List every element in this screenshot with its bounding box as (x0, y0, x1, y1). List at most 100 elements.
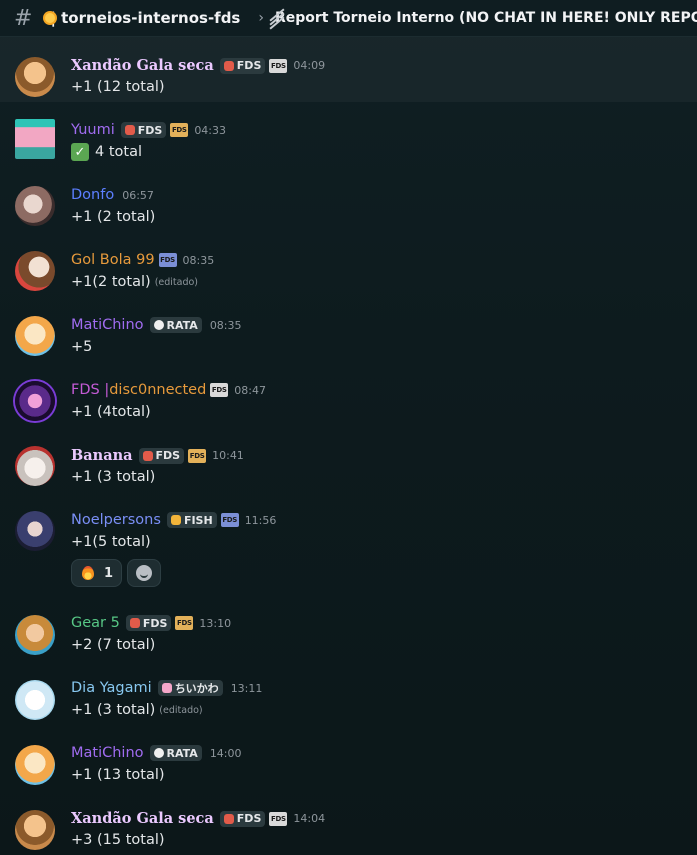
guild-tag-label: RATA (166, 746, 198, 760)
timestamp[interactable]: 13:10 (199, 617, 231, 630)
username-prefix[interactable]: FDS | (71, 382, 109, 398)
role-badge-icon: FDS (269, 58, 288, 73)
rabbit-icon (153, 748, 164, 758)
timestamp[interactable]: 08:47 (234, 384, 266, 397)
breadcrumb-chevron-icon: › (258, 10, 264, 26)
guild-tag[interactable]: FDS (120, 122, 167, 138)
message-content: +5 (71, 339, 93, 355)
username[interactable]: Banana (71, 447, 133, 464)
channel-header: # | torneios-internos-fds › Report Torne… (0, 0, 697, 37)
username[interactable]: disc0nnected (109, 382, 206, 398)
avatar[interactable] (15, 810, 55, 850)
message-content: +1 (2 total) (71, 209, 156, 225)
message-content: +1 (3 total) (71, 702, 156, 718)
username[interactable]: Gol Bola 99 (71, 252, 155, 268)
guild-tag-label: FDS (142, 616, 168, 630)
username[interactable]: Xandão Gala seca (71, 57, 214, 74)
reaction-fire[interactable]: 1 (71, 559, 123, 587)
username[interactable]: Xandão Gala seca (71, 810, 214, 827)
hashtag-icon: # (14, 5, 33, 31)
avatar[interactable] (15, 446, 55, 486)
guild-tag-label: FISH (183, 513, 213, 527)
timestamp[interactable]: 13:11 (231, 682, 263, 695)
guild-tag-label: RATA (166, 318, 198, 332)
channel-name-link[interactable]: | torneios-internos-fds (50, 9, 240, 27)
tag-icon (124, 125, 135, 135)
rabbit-icon (153, 320, 164, 330)
avatar[interactable] (15, 511, 55, 551)
message-content: +1 (4total) (71, 404, 151, 420)
message-content: +1(5 total) (71, 534, 151, 550)
timestamp[interactable]: 14:00 (210, 747, 242, 760)
tag-icon (223, 813, 234, 824)
message-item[interactable]: Banana FDS FDS 10:41 +1 (3 total) (0, 427, 697, 492)
guild-tag-label: FDS (236, 59, 262, 72)
add-reaction-button[interactable] (127, 559, 162, 587)
role-badge-icon: FDS (210, 383, 229, 397)
guild-tag[interactable]: FDS (125, 615, 172, 631)
heart-icon (161, 683, 172, 693)
guild-tag-label: FDS (137, 123, 163, 137)
avatar[interactable] (15, 186, 55, 226)
message-content: +1 (12 total) (71, 79, 165, 95)
message-content: +2 (7 total) (71, 637, 156, 653)
fire-icon (80, 564, 96, 582)
username[interactable]: MatiChino (71, 745, 144, 761)
timestamp[interactable]: 11:56 (245, 514, 277, 527)
role-badge-icon: FDS (269, 811, 288, 826)
thread-title: Report Torneio Interno (NO CHAT IN HERE!… (274, 10, 697, 26)
tag-icon (223, 60, 234, 71)
timestamp[interactable]: 04:09 (293, 59, 325, 72)
guild-tag[interactable]: RATA (149, 317, 202, 333)
message-item[interactable]: Gear 5 FDS FDS 13:10 +2 (7 total) (0, 595, 697, 660)
message-content: 4 total (95, 144, 142, 160)
message-item[interactable]: Xandão Gala seca FDS FDS 04:09 +1 (12 to… (0, 37, 697, 102)
edited-label: (editado) (159, 704, 203, 716)
guild-tag[interactable]: FDS (219, 810, 266, 827)
guild-tag[interactable]: FISH (166, 512, 217, 528)
timestamp[interactable]: 08:35 (210, 319, 242, 332)
message-item[interactable]: MatiChino RATA 14:00 +1 (13 total) (0, 725, 697, 790)
reaction-count: 1 (104, 565, 114, 581)
message-item[interactable]: Dia Yagami ちいかわ 13:11 +1 (3 total) (edit… (0, 660, 697, 725)
avatar[interactable] (15, 680, 55, 720)
avatar[interactable] (15, 615, 55, 655)
username[interactable]: MatiChino (71, 317, 144, 333)
tag-icon (142, 450, 153, 461)
timestamp[interactable]: 10:41 (212, 449, 244, 462)
avatar[interactable] (15, 119, 55, 159)
timestamp[interactable]: 08:35 (183, 254, 215, 267)
message-content: +3 (15 total) (71, 832, 165, 848)
timestamp[interactable]: 14:04 (293, 812, 325, 825)
message-item[interactable]: MatiChino RATA 08:35 +5 (0, 297, 697, 362)
guild-tag-label: FDS (236, 812, 262, 825)
guild-tag[interactable]: FDS (219, 57, 266, 74)
message-item[interactable]: FDS | disc0nnected FDS 08:47 +1 (4total) (0, 362, 697, 427)
avatar[interactable] (15, 316, 55, 356)
username[interactable]: Donfo (71, 187, 114, 203)
message-content: +1(2 total) (71, 274, 151, 290)
message-item[interactable]: Donfo 06:57 +1 (2 total) (0, 167, 697, 232)
timestamp[interactable]: 04:33 (194, 124, 226, 137)
avatar[interactable] (15, 745, 55, 785)
username[interactable]: Noelpersons (71, 512, 161, 528)
guild-tag[interactable]: FDS (138, 447, 185, 464)
message-item[interactable]: Gol Bola 99 FDS 08:35 +1(2 total) (edita… (0, 232, 697, 297)
message-item[interactable]: Yuumi FDS FDS 04:33 ✓ 4 total (0, 102, 697, 167)
username[interactable]: Dia Yagami (71, 680, 152, 696)
edited-label: (editado) (154, 276, 199, 288)
fish-icon (170, 515, 181, 525)
timestamp[interactable]: 06:57 (122, 189, 154, 202)
guild-tag[interactable]: RATA (149, 745, 202, 761)
avatar[interactable] (15, 57, 55, 97)
check-mark-icon: ✓ (71, 143, 89, 161)
guild-tag-label: FDS (155, 449, 181, 462)
avatar[interactable] (15, 251, 55, 291)
role-badge-icon: FDS (175, 616, 194, 630)
avatar[interactable] (15, 381, 55, 421)
message-item[interactable]: Xandão Gala seca FDS FDS 14:04 +3 (15 to… (0, 790, 697, 855)
guild-tag[interactable]: ちいかわ (157, 680, 223, 696)
username[interactable]: Gear 5 (71, 615, 120, 631)
username[interactable]: Yuumi (71, 122, 115, 138)
message-item[interactable]: Noelpersons FISH FDS 11:56 +1(5 total) 1 (0, 492, 697, 595)
